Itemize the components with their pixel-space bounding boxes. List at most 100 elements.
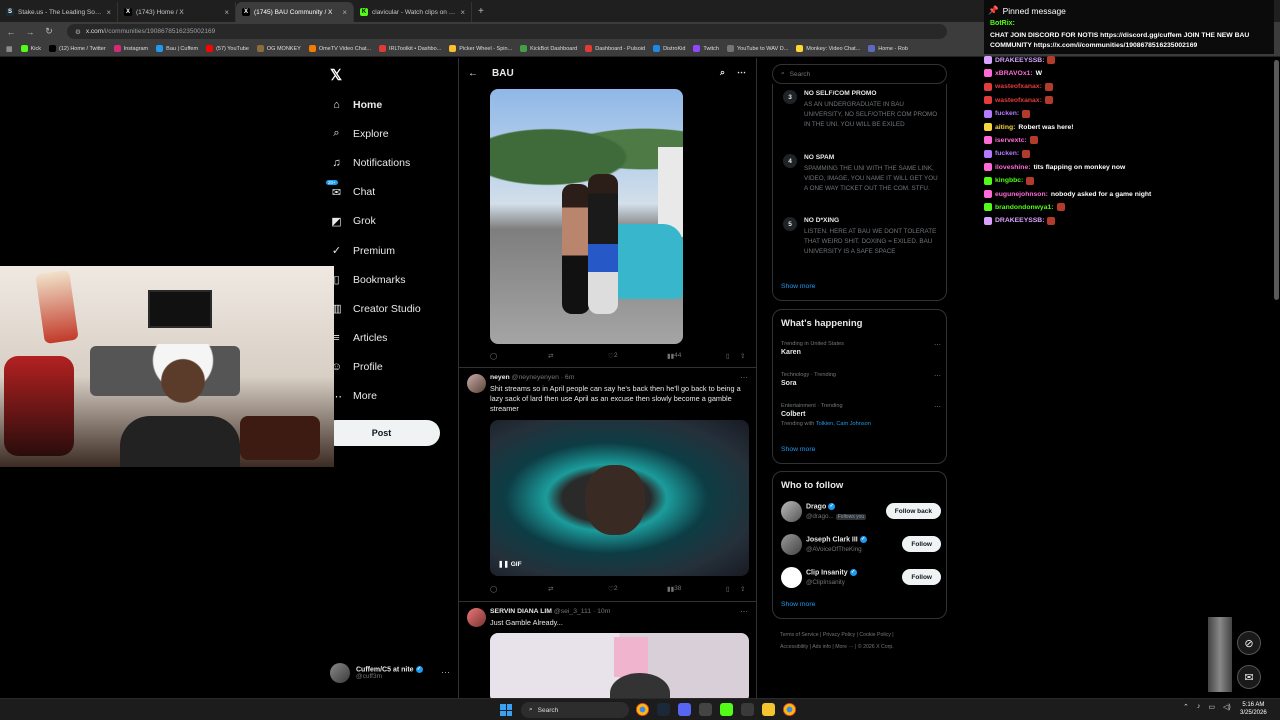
close-icon[interactable]: × — [342, 8, 347, 17]
footer-link[interactable]: Cookie Policy — [859, 632, 890, 638]
chrome-icon[interactable] — [783, 703, 796, 716]
tweet-time[interactable]: · 6m — [561, 374, 575, 381]
sidebar-item-chat[interactable]: ✉ 20+ Chat — [326, 178, 421, 207]
reply-icon[interactable]: ◯ — [490, 352, 497, 360]
author-handle[interactable]: @sei_3_111 — [554, 608, 591, 615]
account-switcher[interactable]: Cuffem/C5 at nite ✓ @cuff3m ⋯ — [330, 663, 450, 683]
chat-username[interactable]: iloveshine: — [995, 164, 1031, 171]
file-explorer-icon[interactable] — [762, 703, 775, 716]
post-button[interactable]: Post — [323, 420, 440, 446]
follow-button[interactable]: Follow — [902, 536, 941, 552]
like-button[interactable]: ♡ 2 — [608, 352, 617, 360]
search-icon[interactable]: ⌕ — [720, 67, 725, 78]
suggested-account-name[interactable]: Joseph Clark III ✓ — [806, 536, 867, 543]
sidebar-item-explore[interactable]: ⌕ Explore — [330, 119, 421, 148]
footer-link[interactable]: More ··· — [835, 644, 853, 650]
search-input[interactable]: ⌕ Search — [772, 64, 947, 84]
more-icon[interactable]: ⋯ — [441, 667, 450, 678]
more-icon[interactable]: ⋯ — [740, 373, 748, 382]
chevron-up-icon[interactable]: ⌃ — [1183, 703, 1189, 711]
footer-link[interactable]: Ads info — [812, 644, 831, 650]
tweet-time[interactable]: · 10m — [593, 608, 610, 615]
reply-icon[interactable]: ◯ — [490, 585, 497, 593]
bookmark-item[interactable]: Dashboard - Pulsoid — [585, 45, 645, 52]
volume-icon[interactable]: ◁) — [1223, 703, 1231, 711]
steam-icon[interactable] — [657, 703, 670, 716]
footer-link[interactable]: Accessibility — [780, 644, 808, 650]
chat-username[interactable]: eugunejohnson: — [995, 191, 1048, 198]
follow-back-button[interactable]: Follow back — [885, 503, 941, 519]
author-handle[interactable]: @neyneyenyen — [512, 374, 559, 381]
app-icon[interactable] — [699, 703, 712, 716]
footer-link[interactable]: Privacy Policy — [823, 632, 855, 638]
chat-username[interactable]: brandondonwya1: — [995, 204, 1054, 211]
bookmark-item[interactable]: Kick — [20, 45, 41, 52]
more-icon[interactable]: ⋯ — [934, 403, 941, 411]
back-arrow-icon[interactable]: ← — [468, 68, 478, 79]
bookmark-item[interactable]: IRLToolkit • Dashbo... — [379, 45, 441, 52]
sidebar-item-bookmarks[interactable]: ▯ Bookmarks — [330, 265, 421, 294]
bookmark-icon[interactable]: ▯ — [726, 352, 730, 360]
sidebar-item-premium[interactable]: ✓ Premium — [330, 236, 421, 265]
sidebar-item-articles[interactable]: ≡ Articles — [330, 324, 421, 353]
trend-item[interactable]: Entertainment · Trending Colbert Trending … — [781, 403, 941, 427]
bookmark-item[interactable]: OmeTV Video Chat... — [308, 45, 371, 52]
more-icon[interactable]: ⋯ — [737, 67, 746, 78]
chat-username[interactable]: aiting: — [995, 124, 1015, 131]
bookmark-item[interactable]: YouTube to WAV D... — [727, 45, 788, 52]
sidebar-item-profile[interactable]: ☺ Profile — [330, 353, 421, 382]
bookmark-item[interactable]: Home - Rob — [868, 45, 908, 52]
sidebar-item-grok[interactable]: ◩ Grok — [330, 207, 421, 236]
chat-username[interactable]: fucken: — [995, 110, 1019, 117]
trend-item[interactable]: Trending in United States Karen ⋯ — [781, 341, 941, 356]
forward-arrow-icon[interactable]: → — [25, 27, 35, 37]
chat-username[interactable]: fucken: — [995, 150, 1019, 157]
bookmark-item[interactable]: Twitch — [693, 45, 719, 52]
apps-grid-icon[interactable]: ▦ — [6, 45, 13, 53]
show-more-link[interactable]: Show more — [781, 283, 815, 290]
sidebar-item-home[interactable]: ⌂ Home — [330, 90, 421, 119]
chrome-icon[interactable] — [636, 703, 649, 716]
show-more-link[interactable]: Show more — [781, 446, 815, 453]
grok-button-icon[interactable]: ⊘ — [1237, 631, 1261, 655]
bookmark-item[interactable]: Bau | Cuffem — [156, 45, 198, 52]
share-icon[interactable]: ⇪ — [740, 585, 745, 593]
discord-icon[interactable] — [678, 703, 691, 716]
post-image[interactable] — [490, 89, 683, 344]
close-icon[interactable]: × — [460, 8, 465, 17]
chat-username[interactable]: DRAKEEYSSB: — [995, 217, 1044, 224]
sidebar-item-notifications[interactable]: ♫ Notifications — [330, 148, 421, 177]
more-icon[interactable]: ⋯ — [740, 607, 748, 616]
more-icon[interactable]: ⋯ — [934, 372, 941, 380]
suggested-account-name[interactable]: Drago ✓ — [806, 503, 836, 510]
chat-username[interactable]: iservextc: — [995, 137, 1027, 144]
views-button[interactable]: ▮▮ 44 — [667, 352, 681, 360]
mic-icon[interactable]: ♪ — [1197, 703, 1201, 711]
chat-username[interactable]: DRAKEEYSSB: — [995, 57, 1044, 64]
avatar[interactable] — [781, 534, 802, 555]
avatar[interactable] — [467, 608, 486, 627]
post-image[interactable] — [490, 633, 749, 698]
close-icon[interactable]: × — [106, 8, 111, 17]
browser-tab[interactable]: Kclavicular - Watch clips on Kick × — [354, 2, 472, 22]
author-name[interactable]: SERVIN DIANA LIM — [490, 608, 552, 615]
avatar[interactable] — [781, 567, 802, 588]
taskbar-search[interactable]: ⌕ Search — [521, 702, 629, 718]
share-icon[interactable]: ⇪ — [740, 352, 745, 360]
more-icon[interactable]: ⋯ — [934, 341, 941, 349]
bookmark-item[interactable]: Picker Wheel - Spin... — [449, 45, 512, 52]
network-icon[interactable]: ▭ — [1208, 703, 1215, 711]
bookmark-item[interactable]: (12) Home / Twitter — [49, 45, 106, 52]
footer-link[interactable]: Terms of Service — [780, 632, 819, 638]
close-icon[interactable]: × — [224, 8, 229, 17]
reload-icon[interactable]: ↻ — [44, 26, 54, 37]
chat-username[interactable]: wasteofxanax: — [995, 97, 1042, 104]
x-logo-icon[interactable]: 𝕏 — [330, 66, 342, 84]
back-arrow-icon[interactable]: ← — [6, 27, 16, 37]
url-field[interactable]: ⚙ x.com/i/communities/190867851623500216… — [67, 24, 947, 39]
sidebar-item-creator-studio[interactable]: ▥ Creator Studio — [330, 294, 420, 323]
bookmark-item[interactable]: Instagram — [113, 45, 148, 52]
gif-controls[interactable]: ❚❚ GIF — [498, 560, 522, 568]
bookmark-item[interactable]: KickBot Dashboard — [520, 45, 577, 52]
post-gif[interactable]: ❚❚ GIF — [490, 420, 749, 576]
